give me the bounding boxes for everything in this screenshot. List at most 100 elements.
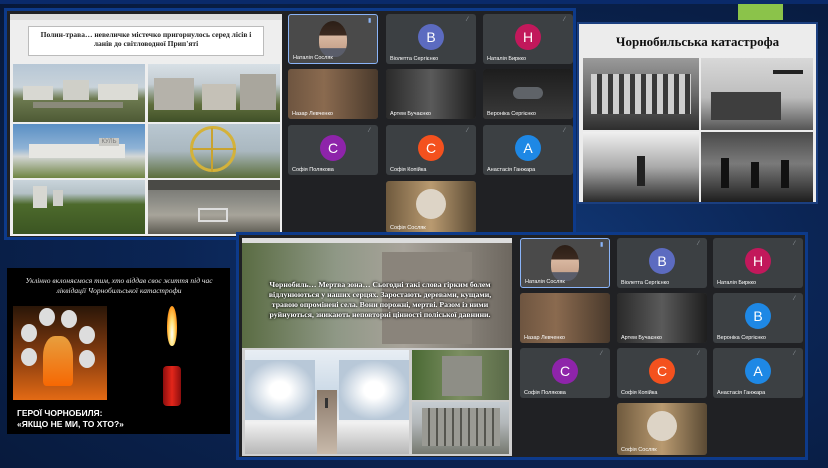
slide-caption: Полин-трава… невеличке містечко пригорну… <box>28 26 264 56</box>
participant-name: Наталія Биркко <box>487 56 527 62</box>
mic-off-icon: ⁄ <box>564 17 566 23</box>
mic-off-icon: ⁄ <box>794 241 796 247</box>
pripyat-city-photo <box>13 64 145 122</box>
avatar: С <box>552 358 578 384</box>
participant-tile-video[interactable]: Вероніка Сергієнко <box>483 69 573 119</box>
avatar: С <box>649 358 675 384</box>
presentation-slide-pripyat: Полин-трава… невеличке містечко пригорну… <box>10 14 282 236</box>
mic-off-icon: ⁄ <box>601 351 603 357</box>
mic-off-icon: ⁄ <box>698 351 700 357</box>
participant-tile-video[interactable]: Артем Бучаєнко <box>386 69 476 119</box>
participant-tile-video[interactable]: Софія Сосляк <box>617 403 707 455</box>
heroes-heading-1: ГЕРОЇ ЧОРНОБИЛЯ: <box>17 408 103 418</box>
slide-window-bar <box>10 14 282 20</box>
participant-tile-video[interactable]: Наталія Сосляк ▮ <box>288 14 378 64</box>
blue-accent-bar <box>0 0 828 4</box>
candle-flame <box>167 306 177 346</box>
participant-video-feed <box>551 245 579 281</box>
tribute-text: Уклінно вклоняємося тим, хто віддав своє… <box>25 276 213 295</box>
participant-tile[interactable]: Н Наталія Биркко ⁄ <box>713 238 803 288</box>
participant-tile[interactable]: А Анастасія Ганжара ⁄ <box>483 125 573 175</box>
participant-tile-video[interactable]: Софія Сосляк <box>386 181 476 233</box>
mic-off-icon: ⁄ <box>564 128 566 134</box>
avatar: В <box>745 303 771 329</box>
slide-title: Чорнобильська катастрофа <box>615 34 780 49</box>
participant-name: Анастасія Ганжара <box>717 390 766 396</box>
participant-name: Софія Копійка <box>621 390 658 396</box>
participant-name: Артем Бучаєнко <box>621 335 662 341</box>
cat-face <box>647 411 677 441</box>
abandoned-block-photo <box>412 402 509 454</box>
chornobyl-catastrophe-slide: Чорнобильська катастрофа <box>577 22 818 204</box>
participant-tile[interactable]: В Віолетта Сергієнко ⁄ <box>386 14 476 64</box>
participant-name: Вероніка Сергієнко <box>717 335 766 341</box>
participant-tile[interactable]: С Софія Полякова ⁄ <box>520 348 610 398</box>
heroes-tribute-poster: Уклінно вклоняємося тим, хто віддав своє… <box>7 268 230 434</box>
participant-name: Віолетта Сергієнко <box>621 280 670 286</box>
speaking-icon: ▮ <box>368 18 372 24</box>
candle-body <box>163 366 181 406</box>
participant-name: Софія Полякова <box>292 167 334 173</box>
overgrown-building-photo <box>412 350 509 400</box>
mic-off-icon: ⁄ <box>698 241 700 247</box>
mic-off-icon: ⁄ <box>794 351 796 357</box>
participant-name: Наталія Сосляк <box>525 279 565 285</box>
participant-name: Вероніка Сергієнко <box>487 111 536 117</box>
avatar: В <box>418 24 444 50</box>
liquidators-photo <box>583 58 699 130</box>
mic-off-icon: ⁄ <box>369 128 371 134</box>
participant-name: Анастасія Ганжара <box>487 167 536 173</box>
hero-portraits <box>13 306 107 400</box>
meeting-screenshot-bottom: Чорнобиль… Мертва зона… Сьогодні такі сл… <box>236 232 808 460</box>
participant-tile[interactable]: С Софія Копійка ⁄ <box>617 348 707 398</box>
meeting-screenshot-top: Полин-трава… невеличке містечко пригорну… <box>4 8 576 240</box>
avatar: Н <box>745 248 771 274</box>
participant-tile-video[interactable]: Артем Бучаєнко <box>617 293 707 343</box>
avatar: С <box>320 135 346 161</box>
memorial-candle <box>157 306 187 406</box>
avatar: С <box>418 135 444 161</box>
participant-video-feed <box>319 21 347 57</box>
apartments-photo <box>148 64 280 122</box>
participant-tile[interactable]: В Вероніка Сергієнко ⁄ <box>713 293 803 343</box>
participant-name: Софія Полякова <box>524 390 566 396</box>
avatar: А <box>515 135 541 161</box>
ferris-wheel-photo <box>148 124 280 178</box>
participant-tile-video[interactable]: Назар Левченко <box>520 293 610 343</box>
culture-palace-photo: КУЛЬ <box>13 124 145 178</box>
participant-name: Назар Левченко <box>524 335 565 341</box>
participant-tile[interactable]: А Анастасія Ганжара ⁄ <box>713 348 803 398</box>
workers-photo <box>701 132 813 202</box>
firefighters-photo <box>583 132 699 202</box>
reactor-helicopter-photo <box>701 58 813 130</box>
heroes-heading-2: «ЯКЩО НЕ МИ, ТО ХТО?» <box>17 419 124 429</box>
presentation-slide-dead-zone: Чорнобиль… Мертва зона… Сьогодні такі сл… <box>242 238 512 456</box>
avatar: А <box>745 358 771 384</box>
participant-name: Назар Левченко <box>292 111 333 117</box>
participant-tile[interactable]: С Софія Копійка ⁄ <box>386 125 476 175</box>
participant-tile[interactable]: С Софія Полякова ⁄ <box>288 125 378 175</box>
winter-alley-photo <box>245 350 409 454</box>
participant-name: Софія Сосляк <box>390 225 426 231</box>
participant-name: Наталія Сосляк <box>293 55 333 61</box>
avatar: Н <box>515 24 541 50</box>
participant-tile[interactable]: Н Наталія Биркко ⁄ <box>483 14 573 64</box>
participant-tile-video[interactable]: Назар Левченко <box>288 69 378 119</box>
forest-aerial-photo <box>13 180 145 234</box>
participant-tile[interactable]: В Віолетта Сергієнко ⁄ <box>617 238 707 288</box>
participant-tile-video[interactable]: Наталія Сосляк ▮ <box>520 238 610 288</box>
avatar: В <box>649 248 675 274</box>
participant-name: Віолетта Сергієнко <box>390 56 439 62</box>
participant-name: Софія Сосляк <box>621 447 657 453</box>
slide-text: Чорнобиль… Мертва зона… Сьогодні такі сл… <box>268 280 492 319</box>
participant-name: Наталія Биркко <box>717 280 757 286</box>
speaking-icon: ▮ <box>600 242 604 248</box>
mic-off-icon: ⁄ <box>467 17 469 23</box>
participant-name: Артем Бучаєнко <box>390 111 431 117</box>
mic-off-icon: ⁄ <box>467 128 469 134</box>
hover-controls[interactable] <box>513 87 543 99</box>
participant-name: Софія Копійка <box>390 167 427 173</box>
mic-off-icon: ⁄ <box>794 296 796 302</box>
cat-face <box>416 189 446 219</box>
abandoned-gym-photo <box>148 180 280 234</box>
